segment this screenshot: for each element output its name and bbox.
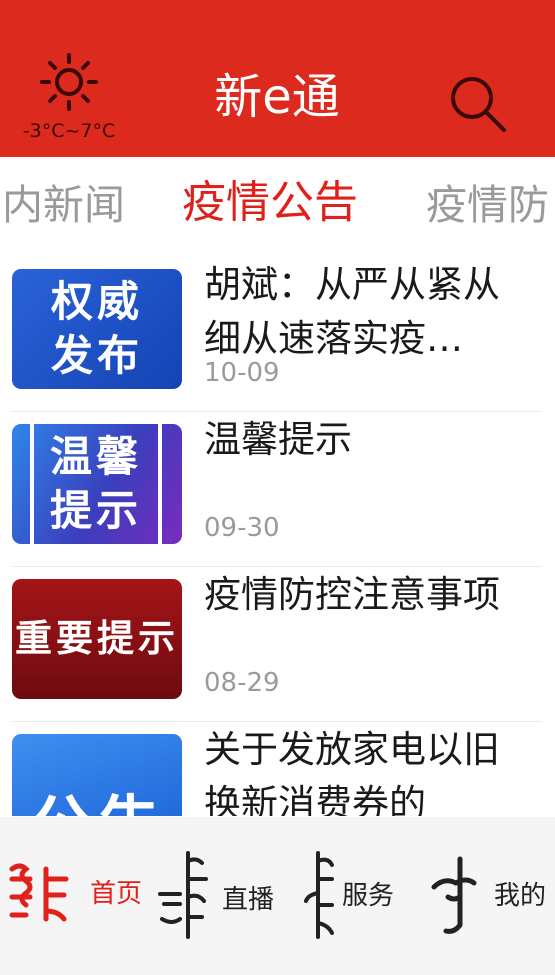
tab-epidemic-prevention[interactable]: 疫情防 xyxy=(426,177,549,233)
sun-icon xyxy=(40,53,98,111)
news-title: 温馨提示 xyxy=(204,418,352,461)
news-title: 关于发放家电以旧换新消费券的 xyxy=(204,728,500,816)
news-item[interactable]: 权威发布 胡斌：从严从紧从细从速落实疫… 10-09 xyxy=(12,256,542,412)
bottom-navigation: 首页 直播 服务 我的 xyxy=(0,817,555,975)
temperature-range: -3°C~7°C xyxy=(22,120,116,142)
news-item[interactable]: 重要提示 疫情防控注意事项 08-29 xyxy=(12,566,542,722)
news-list: 权威发布 胡斌：从严从紧从细从速落实疫… 10-09 温馨提示 温馨提示 09-… xyxy=(12,256,542,816)
tab-epidemic-notice[interactable]: 疫情公告 xyxy=(182,175,358,231)
news-date: 09-30 xyxy=(204,513,280,543)
search-icon[interactable] xyxy=(446,72,510,136)
nav-live-label: 直播 xyxy=(222,885,275,915)
news-item[interactable]: 温馨提示 温馨提示 09-30 xyxy=(12,411,542,567)
category-tabs: 内新闻 疫情公告 疫情防 xyxy=(0,157,555,252)
app-title: 新e通 xyxy=(214,69,340,125)
mongolian-script-icon xyxy=(9,863,69,922)
nav-mine[interactable]: 我的 xyxy=(430,839,552,949)
mongolian-script-icon xyxy=(431,856,477,934)
nav-service[interactable]: 服务 xyxy=(300,839,420,949)
nav-home[interactable]: 首页 xyxy=(6,839,142,949)
thumbnail-label: 权威发布 xyxy=(50,277,143,380)
mongolian-script-icon xyxy=(304,851,334,939)
app-header: -3°C~7°C 新e通 xyxy=(0,0,555,157)
news-title: 胡斌：从严从紧从细从速落实疫… xyxy=(204,263,500,360)
mongolian-script-icon xyxy=(158,851,208,939)
news-title: 疫情防控注意事项 xyxy=(204,573,500,616)
news-item[interactable]: 公告 关于发放家电以旧换新消费券的 xyxy=(12,721,542,816)
news-thumbnail: 温馨提示 xyxy=(12,424,182,544)
nav-home-label: 首页 xyxy=(90,879,143,909)
nav-live[interactable]: 直播 xyxy=(150,839,285,949)
news-thumbnail: 权威发布 xyxy=(12,269,182,389)
thumbnail-label: 重要提示 xyxy=(15,617,179,660)
news-date: 10-09 xyxy=(204,358,280,388)
nav-service-label: 服务 xyxy=(342,881,395,911)
thumbnail-label: 公告 xyxy=(12,734,182,816)
news-thumbnail: 公告 xyxy=(12,734,182,816)
weather-widget[interactable]: -3°C~7°C xyxy=(14,52,124,148)
news-date: 08-29 xyxy=(204,668,280,698)
app-screen: -3°C~7°C 新e通 内新闻 疫情公告 疫情防 权威发布 胡斌：从严从紧从细… xyxy=(0,0,555,975)
tab-domestic-news[interactable]: 内新闻 xyxy=(2,177,125,233)
news-thumbnail: 重要提示 xyxy=(12,579,182,699)
thumbnail-label: 温馨提示 xyxy=(30,424,162,544)
nav-mine-label: 我的 xyxy=(494,881,547,911)
